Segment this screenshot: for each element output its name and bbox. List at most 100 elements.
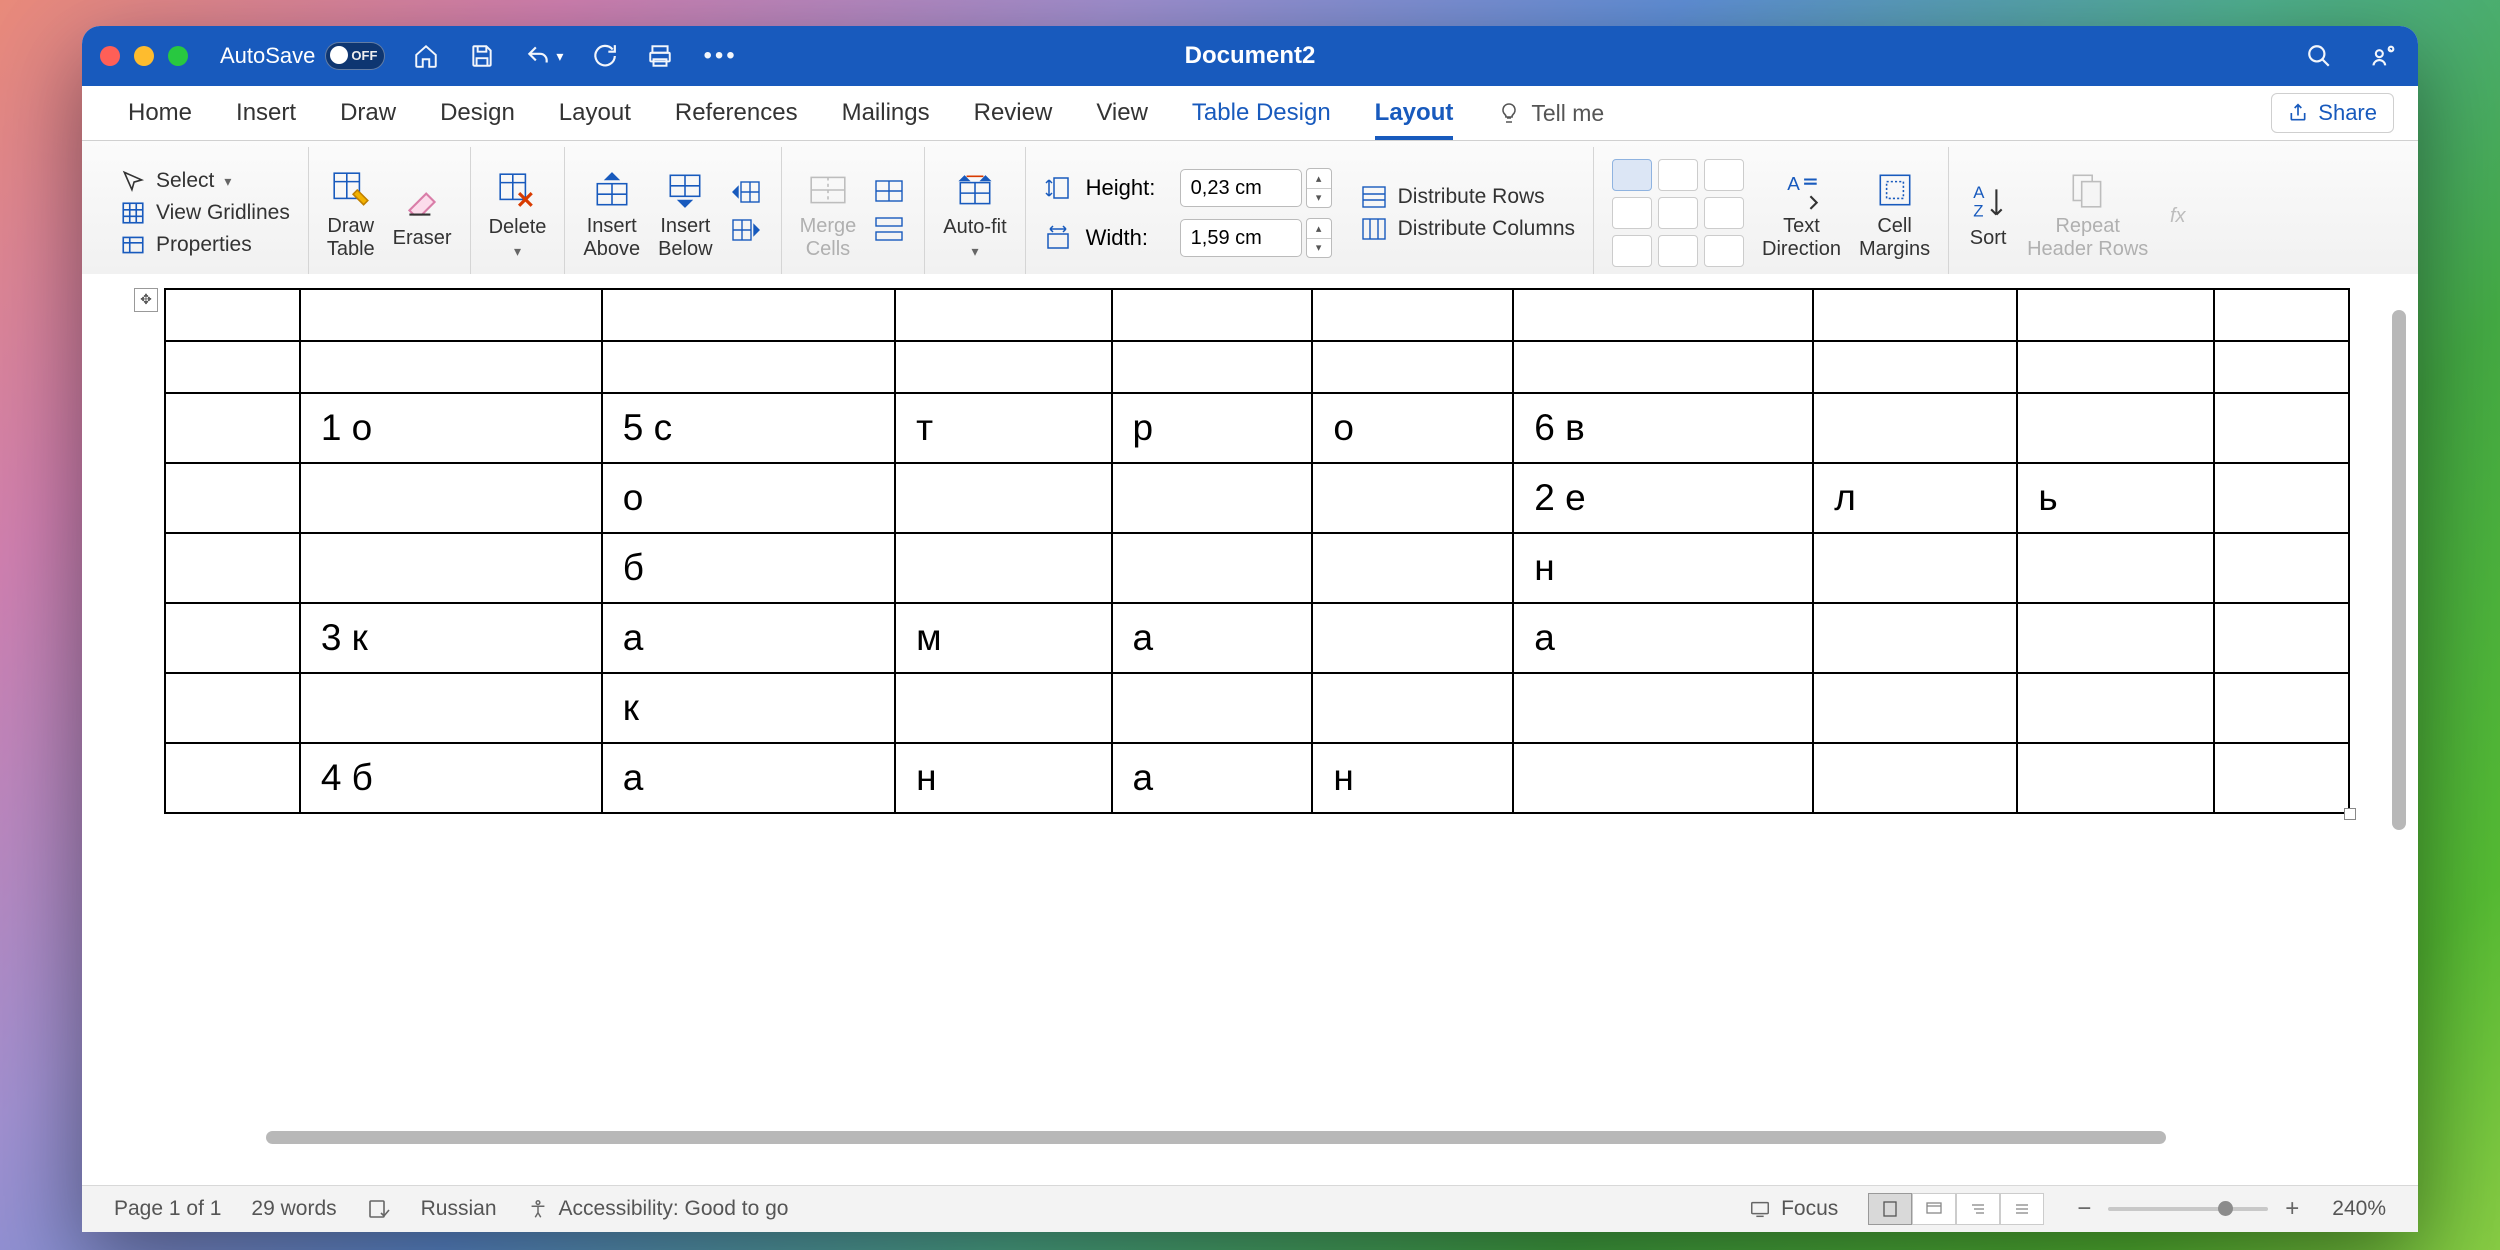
table-cell[interactable] <box>1813 393 2017 463</box>
align-bot-center[interactable] <box>1658 235 1698 267</box>
tab-table-layout[interactable]: Layout <box>1353 86 1476 140</box>
table-cell[interactable] <box>165 673 300 743</box>
zoom-in-button[interactable]: + <box>2282 1195 2302 1223</box>
table-cell[interactable]: а <box>1112 743 1313 813</box>
table-cell[interactable] <box>2017 603 2214 673</box>
autosave-control[interactable]: AutoSave OFF <box>220 42 385 70</box>
undo-dropdown-caret[interactable]: ▾ <box>556 48 563 65</box>
word-count[interactable]: 29 words <box>251 1197 336 1221</box>
accessibility-status[interactable]: Accessibility: Good to go <box>527 1197 789 1221</box>
draw-table-button[interactable]: Draw Table <box>327 165 375 261</box>
table-resize-handle[interactable] <box>2344 808 2356 820</box>
table-cell[interactable] <box>2017 393 2214 463</box>
table-cell[interactable] <box>165 289 300 341</box>
table-cell[interactable] <box>2017 673 2214 743</box>
delete-button[interactable]: Delete ▾ <box>489 166 547 259</box>
table-cell[interactable] <box>895 673 1111 743</box>
table-cell[interactable]: о <box>602 463 895 533</box>
align-mid-center[interactable] <box>1658 197 1698 229</box>
more-icon[interactable]: ••• <box>701 42 739 70</box>
table-cell[interactable] <box>1112 341 1313 393</box>
table-cell[interactable] <box>1312 463 1513 533</box>
tab-draw[interactable]: Draw <box>318 86 418 140</box>
align-top-center[interactable] <box>1658 159 1698 191</box>
align-top-left[interactable] <box>1612 159 1652 191</box>
table-cell[interactable] <box>1112 533 1313 603</box>
split-cells-button[interactable] <box>874 178 906 210</box>
tab-view[interactable]: View <box>1074 86 1170 140</box>
content-table[interactable]: 1 о5 стро6 во2 ельбн3 камаак4 банан <box>164 288 2350 814</box>
tab-review[interactable]: Review <box>952 86 1075 140</box>
table-cell[interactable] <box>602 289 895 341</box>
insert-above-button[interactable]: Insert Above <box>583 165 640 261</box>
spellcheck-icon[interactable] <box>367 1197 391 1221</box>
vertical-scrollbar[interactable] <box>2392 310 2406 830</box>
insert-left-button[interactable] <box>731 178 763 210</box>
table-cell[interactable] <box>602 341 895 393</box>
outline-view[interactable] <box>1956 1193 2000 1225</box>
table-cell[interactable] <box>895 533 1111 603</box>
page-indicator[interactable]: Page 1 of 1 <box>114 1197 221 1221</box>
table-cell[interactable] <box>2017 289 2214 341</box>
tab-home[interactable]: Home <box>106 86 214 140</box>
home-icon[interactable] <box>411 43 441 69</box>
table-cell[interactable] <box>1513 673 1813 743</box>
table-cell[interactable] <box>1112 289 1313 341</box>
table-cell[interactable]: а <box>602 603 895 673</box>
tab-table-design[interactable]: Table Design <box>1170 86 1353 140</box>
zoom-thumb[interactable] <box>2218 1201 2233 1216</box>
height-input[interactable] <box>1180 169 1302 207</box>
table-cell[interactable] <box>300 289 602 341</box>
table-cell[interactable] <box>2214 533 2349 603</box>
table-cell[interactable] <box>1312 289 1513 341</box>
autosave-toggle[interactable]: OFF <box>325 42 385 70</box>
table-cell[interactable] <box>1813 743 2017 813</box>
properties-button[interactable]: Properties <box>120 232 290 258</box>
zoom-slider[interactable] <box>2108 1207 2268 1211</box>
table-cell[interactable] <box>1312 673 1513 743</box>
document-area[interactable]: ✥ 1 о5 стро6 во2 ельбн3 камаак4 банан <box>82 274 2418 1172</box>
width-spinner[interactable]: ▴▾ <box>1306 218 1332 258</box>
table-cell[interactable] <box>2214 603 2349 673</box>
table-cell[interactable] <box>1513 743 1813 813</box>
align-bot-left[interactable] <box>1612 235 1652 267</box>
table-cell[interactable] <box>1813 673 2017 743</box>
save-icon[interactable] <box>467 43 497 69</box>
table-cell[interactable]: н <box>1312 743 1513 813</box>
tab-design[interactable]: Design <box>418 86 537 140</box>
width-input[interactable] <box>1180 219 1302 257</box>
table-cell[interactable] <box>2214 393 2349 463</box>
view-gridlines-button[interactable]: View Gridlines <box>120 200 290 226</box>
table-cell[interactable]: 1 о <box>300 393 602 463</box>
text-direction-button[interactable]: A Text Direction <box>1762 165 1841 261</box>
table-cell[interactable] <box>895 289 1111 341</box>
tab-layout[interactable]: Layout <box>537 86 653 140</box>
print-icon[interactable] <box>645 43 675 69</box>
table-cell[interactable]: р <box>1112 393 1313 463</box>
distribute-cols-button[interactable]: Distribute Columns <box>1360 216 1575 242</box>
insert-below-button[interactable]: Insert Below <box>658 165 712 261</box>
height-spinner[interactable]: ▴▾ <box>1306 168 1332 208</box>
table-cell[interactable]: 3 к <box>300 603 602 673</box>
table-cell[interactable] <box>1813 533 2017 603</box>
align-top-right[interactable] <box>1704 159 1744 191</box>
close-window-button[interactable] <box>100 46 120 66</box>
table-cell[interactable] <box>1312 603 1513 673</box>
table-cell[interactable]: 4 б <box>300 743 602 813</box>
table-cell[interactable]: 2 е <box>1513 463 1813 533</box>
align-mid-left[interactable] <box>1612 197 1652 229</box>
split-table-button[interactable] <box>874 216 906 248</box>
table-cell[interactable] <box>165 463 300 533</box>
table-cell[interactable]: н <box>895 743 1111 813</box>
web-layout-view[interactable] <box>1912 1193 1956 1225</box>
undo-icon[interactable] <box>523 43 553 69</box>
tab-insert[interactable]: Insert <box>214 86 318 140</box>
table-cell[interactable]: ь <box>2017 463 2214 533</box>
table-cell[interactable] <box>1813 341 2017 393</box>
table-cell[interactable]: н <box>1513 533 1813 603</box>
table-cell[interactable]: б <box>602 533 895 603</box>
share-panel-icon[interactable] <box>2368 42 2400 70</box>
align-mid-right[interactable] <box>1704 197 1744 229</box>
table-cell[interactable] <box>2214 289 2349 341</box>
table-cell[interactable] <box>2214 743 2349 813</box>
